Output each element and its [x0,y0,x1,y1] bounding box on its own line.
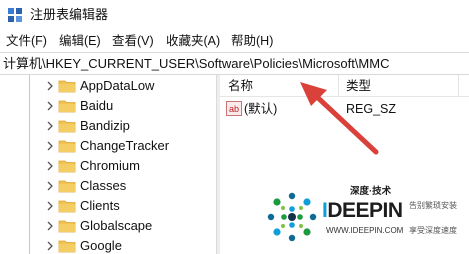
menu-edit[interactable]: 编辑(E) [59,33,101,49]
title-bar: 注册表编辑器 [0,0,469,30]
menu-view[interactable]: 查看(V) [112,33,154,49]
watermark-brand: IDEEPIN [322,199,403,223]
tree-item-label: Classes [80,178,127,193]
folder-icon [58,200,76,213]
value-row-default[interactable]: ab (默认) REG_SZ [220,99,469,119]
folder-icon [58,220,76,233]
chevron-right-icon[interactable] [46,80,54,92]
folder-icon [58,140,76,153]
menu-help[interactable]: 帮助(H) [231,33,273,49]
column-header-name[interactable]: 名称 [228,78,253,94]
watermark-slogan-top: 告别繁琐安装 [409,201,457,210]
chevron-right-icon[interactable] [46,160,54,172]
folder-icon [58,120,76,133]
chevron-right-icon[interactable] [46,220,54,232]
tree-guide-line [29,75,30,254]
tree-item-appdatalow[interactable]: AppDataLow [0,76,216,96]
chevron-right-icon[interactable] [46,100,54,112]
column-header: 名称 类型 [220,75,469,97]
tree-item-bandizip[interactable]: Bandizip [0,116,216,136]
tree-item-label: Globalscape [80,218,153,233]
chevron-right-icon[interactable] [46,180,54,192]
svg-text:ab: ab [229,104,239,114]
watermark-brand-main: DEEPIN [327,199,403,222]
watermark-slogan-bottom: 享受深度速度 [409,226,457,235]
ideepin-logo-icon [267,192,317,242]
tree-item-globalscape[interactable]: Globalscape [0,216,216,236]
tree-item-classes[interactable]: Classes [0,176,216,196]
tree-item-label: AppDataLow [80,78,155,93]
column-divider[interactable] [458,75,459,97]
tree-item-changetracker[interactable]: ChangeTracker [0,136,216,156]
value-name: (默认) [244,102,278,116]
chevron-right-icon[interactable] [46,140,54,152]
string-value-icon: ab [226,101,242,116]
chevron-right-icon[interactable] [46,120,54,132]
tree-item-clients[interactable]: Clients [0,196,216,216]
tree-item-label: Baidu [80,98,114,113]
tree-item-label: Chromium [80,158,140,173]
tree-item-chromium[interactable]: Chromium [0,156,216,176]
key-tree-pane[interactable]: AppDataLow Baidu Bandizip ChangeTracker … [0,75,216,254]
menu-favorites[interactable]: 收藏夹(A) [166,33,220,49]
regedit-icon [8,8,22,22]
watermark-url: WWW.IDEEPIN.COM [326,226,404,235]
value-type: REG_SZ [346,102,397,116]
menu-bar: 文件(F) 编辑(E) 查看(V) 收藏夹(A) 帮助(H) [0,30,469,52]
address-bar[interactable]: 计算机\HKEY_CURRENT_USER\Software\Policies\… [0,52,469,75]
column-header-type[interactable]: 类型 [346,78,371,94]
window-title: 注册表编辑器 [30,7,109,22]
menu-file[interactable]: 文件(F) [6,33,47,49]
folder-icon [58,240,76,253]
chevron-right-icon[interactable] [46,240,54,252]
folder-icon [58,180,76,193]
tree-item-google[interactable]: Google [0,236,216,254]
ideepin-watermark: 深度·技术 IDEEPIN 告别繁琐安装 WWW.IDEEPIN.COM 享受深… [262,183,469,254]
tree-item-label: Bandizip [80,118,130,133]
folder-icon [58,80,76,93]
folder-icon [58,100,76,113]
folder-icon [58,160,76,173]
tree-item-label: Clients [80,198,120,213]
chevron-right-icon[interactable] [46,200,54,212]
tree-item-baidu[interactable]: Baidu [0,96,216,116]
address-path[interactable]: 计算机\HKEY_CURRENT_USER\Software\Policies\… [3,56,389,72]
watermark-chinese-brand: 深度·技术 [350,186,392,197]
tree-item-label: Google [80,238,122,253]
column-divider[interactable] [338,75,339,97]
tree-item-label: ChangeTracker [80,138,170,153]
